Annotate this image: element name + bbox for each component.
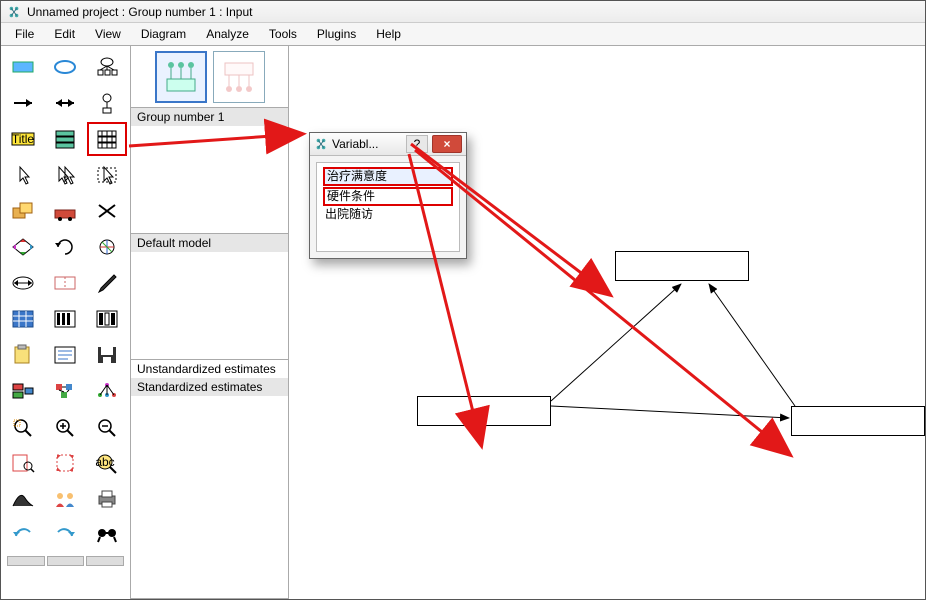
tool-drag-props-icon[interactable]	[45, 374, 85, 408]
tool-spec-search-icon[interactable]	[87, 518, 127, 552]
diagram-node-right[interactable]	[791, 406, 925, 436]
diagram-node-top[interactable]	[615, 251, 749, 281]
tool-data-files-icon[interactable]	[3, 302, 43, 336]
menu-analyze[interactable]: Analyze	[196, 25, 259, 43]
unstandardized-item[interactable]: Unstandardized estimates	[131, 360, 288, 378]
svg-text:abc: abc	[95, 455, 114, 469]
toolbox: Title	[1, 46, 131, 599]
window-title: Unnamed project : Group number 1 : Input	[27, 5, 252, 19]
output-view-button[interactable]	[213, 51, 265, 103]
tool-move-param-icon[interactable]	[3, 266, 43, 300]
tool-erase-icon[interactable]	[87, 194, 127, 228]
tool-ellipse-icon[interactable]	[45, 50, 85, 84]
tool-latent-icon[interactable]	[87, 50, 127, 84]
dialog-close-button[interactable]: ×	[432, 135, 462, 153]
tool-select-all-icon[interactable]	[45, 158, 85, 192]
standardized-item[interactable]: Standardized estimates	[131, 378, 288, 396]
tool-zoom-area-icon[interactable]	[3, 410, 43, 444]
tool-loupe-icon[interactable]: abc	[87, 446, 127, 480]
tool-analysis-props-icon[interactable]	[45, 302, 85, 336]
tool-copy-icon[interactable]	[3, 194, 43, 228]
menu-help[interactable]: Help	[366, 25, 411, 43]
tool-bayesian-icon[interactable]	[3, 482, 43, 516]
variables-dialog-titlebar[interactable]: Variabl... ? ×	[310, 133, 466, 156]
variables-dialog-title: Variabl...	[332, 137, 378, 151]
variable-item-1[interactable]: 硬件条件	[323, 187, 453, 206]
menu-file[interactable]: File	[5, 25, 44, 43]
tool-undo-icon[interactable]	[3, 518, 43, 552]
tool-deselect-icon[interactable]	[87, 158, 127, 192]
content-area: Title	[1, 46, 925, 599]
tool-rotate-icon[interactable]	[45, 230, 85, 264]
tool-shape-change-icon[interactable]	[3, 230, 43, 264]
app-icon	[7, 5, 21, 19]
tool-calculate-icon[interactable]	[87, 302, 127, 336]
tool-redo-icon[interactable]	[45, 518, 85, 552]
tool-variables-model-icon[interactable]	[87, 122, 127, 156]
variables-listbox[interactable]: 治疗满意度 硬件条件 出院随访	[316, 162, 460, 252]
variable-item-0[interactable]: 治疗满意度	[323, 167, 453, 186]
menu-tools[interactable]: Tools	[259, 25, 307, 43]
variables-dialog-icon	[314, 137, 328, 151]
diagram-paths	[289, 46, 925, 599]
input-view-button[interactable]	[155, 51, 207, 103]
diagram-node-left[interactable]	[417, 396, 551, 426]
menu-edit[interactable]: Edit	[44, 25, 85, 43]
toolbox-scroll[interactable]	[1, 556, 130, 570]
tool-copy-clipboard-icon[interactable]	[3, 338, 43, 372]
tool-zoom-in-icon[interactable]	[45, 410, 85, 444]
tool-print-icon[interactable]	[87, 482, 127, 516]
menu-view[interactable]: View	[85, 25, 131, 43]
view-toggle-area	[131, 46, 288, 108]
estimates-list[interactable]: Unstandardized estimates Standardized es…	[131, 360, 288, 599]
tool-scroll-icon[interactable]	[45, 266, 85, 300]
tool-move-icon[interactable]	[45, 194, 85, 228]
tool-select-one-icon[interactable]	[3, 158, 43, 192]
app-window: Unnamed project : Group number 1 : Input…	[0, 0, 926, 600]
tool-title-icon[interactable]: Title	[3, 122, 43, 156]
tool-error-icon[interactable]	[87, 86, 127, 120]
tool-preserve-sym-icon[interactable]	[87, 374, 127, 408]
tool-zoom-out-icon[interactable]	[87, 410, 127, 444]
tool-path-arrow-icon[interactable]	[3, 86, 43, 120]
tool-multigroup-icon[interactable]	[45, 482, 85, 516]
title-bar: Unnamed project : Group number 1 : Input	[1, 1, 925, 23]
tool-rectangle-icon[interactable]	[3, 50, 43, 84]
tool-reflect-icon[interactable]	[87, 230, 127, 264]
groups-list[interactable]: Group number 1	[131, 108, 288, 234]
menu-diagram[interactable]: Diagram	[131, 25, 196, 43]
diagram-canvas[interactable]	[289, 46, 925, 599]
tool-object-props-icon[interactable]	[3, 374, 43, 408]
svg-text:Title: Title	[12, 132, 35, 146]
tool-text-output-icon[interactable]	[45, 338, 85, 372]
tool-touch-up-icon[interactable]	[87, 266, 127, 300]
group-list-item[interactable]: Group number 1	[131, 108, 288, 126]
tool-covariance-icon[interactable]	[45, 86, 85, 120]
tool-fit-page-icon[interactable]	[45, 446, 85, 480]
navigation-panel: Group number 1 Default model Unstandardi…	[131, 46, 289, 599]
menu-plugins[interactable]: Plugins	[307, 25, 366, 43]
tool-zoom-page-icon[interactable]	[3, 446, 43, 480]
variables-dialog[interactable]: Variabl... ? × 治疗满意度 硬件条件 出院随访	[309, 132, 467, 259]
menu-bar: File Edit View Diagram Analyze Tools Plu…	[1, 23, 925, 46]
model-list-item[interactable]: Default model	[131, 234, 288, 252]
dialog-help-button[interactable]: ?	[406, 135, 428, 153]
models-list[interactable]: Default model	[131, 234, 288, 360]
tool-variables-dataset-icon[interactable]	[45, 122, 85, 156]
variable-item-2[interactable]: 出院随访	[323, 207, 453, 222]
tool-save-icon[interactable]	[87, 338, 127, 372]
